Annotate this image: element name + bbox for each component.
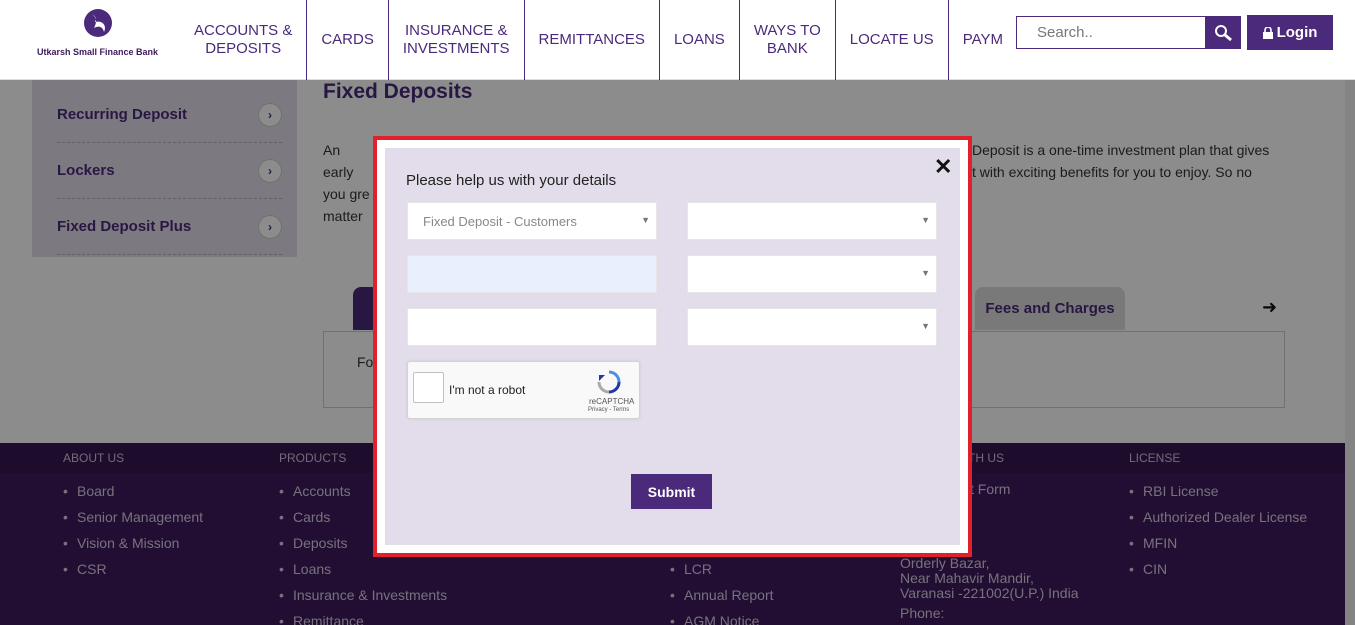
nav-loans[interactable]: LOANS (658, 0, 739, 80)
select-right-2[interactable]: ▼ (687, 255, 937, 293)
submit-button[interactable]: Submit (631, 474, 712, 509)
category-select[interactable]: Fixed Deposit - Customers ▼ (407, 202, 657, 240)
login-label: Login (1276, 24, 1318, 41)
autofill-input[interactable] (407, 255, 657, 293)
recaptcha-icon (597, 370, 621, 394)
text-input[interactable] (407, 308, 657, 346)
select-right-1[interactable]: ▼ (687, 202, 937, 240)
category-select-value: Fixed Deposit - Customers (423, 214, 577, 229)
bank-logo[interactable]: Utkarsh Small Finance Bank (30, 8, 165, 57)
nav-ways-to-bank[interactable]: WAYS TO BANK (738, 0, 835, 80)
search-icon (1215, 25, 1232, 42)
logo-mark-icon (83, 9, 112, 37)
site-header: Utkarsh Small Finance Bank ACCOUNTS & DE… (0, 0, 1355, 80)
nav-insurance-investments[interactable]: INSURANCE & INVESTMENTS (387, 0, 524, 80)
nav-remittances[interactable]: REMITTANCES (523, 0, 659, 80)
recaptcha-terms[interactable]: Privacy - Terms (588, 407, 629, 413)
caret-down-icon: ▼ (921, 268, 930, 278)
recaptcha-brand: reCAPTCHA (589, 397, 635, 406)
recaptcha-checkbox[interactable] (413, 372, 444, 403)
close-icon[interactable]: ✕ (934, 154, 952, 180)
nav-cards[interactable]: CARDS (306, 0, 388, 80)
main-nav: ACCOUNTS & DEPOSITS CARDS INSURANCE & IN… (180, 0, 1017, 80)
nav-locate-us[interactable]: LOCATE US (834, 0, 948, 80)
login-button[interactable]: Login (1247, 15, 1333, 50)
search-button[interactable] (1206, 16, 1241, 49)
logo-text: Utkarsh Small Finance Bank (36, 47, 159, 57)
modal-title: Please help us with your details (406, 172, 617, 189)
caret-down-icon: ▼ (641, 215, 650, 225)
search-input[interactable]: Search.. (1016, 16, 1206, 49)
recaptcha-label: I'm not a robot (449, 383, 526, 397)
nav-payments[interactable]: PAYM (947, 0, 1017, 80)
recaptcha-widget: I'm not a robot reCAPTCHA Privacy - Term… (407, 361, 640, 419)
nav-accounts-deposits[interactable]: ACCOUNTS & DEPOSITS (180, 0, 306, 80)
caret-down-icon: ▼ (921, 321, 930, 331)
select-right-3[interactable]: ▼ (687, 308, 937, 346)
lock-icon (1262, 26, 1273, 39)
caret-down-icon: ▼ (921, 215, 930, 225)
